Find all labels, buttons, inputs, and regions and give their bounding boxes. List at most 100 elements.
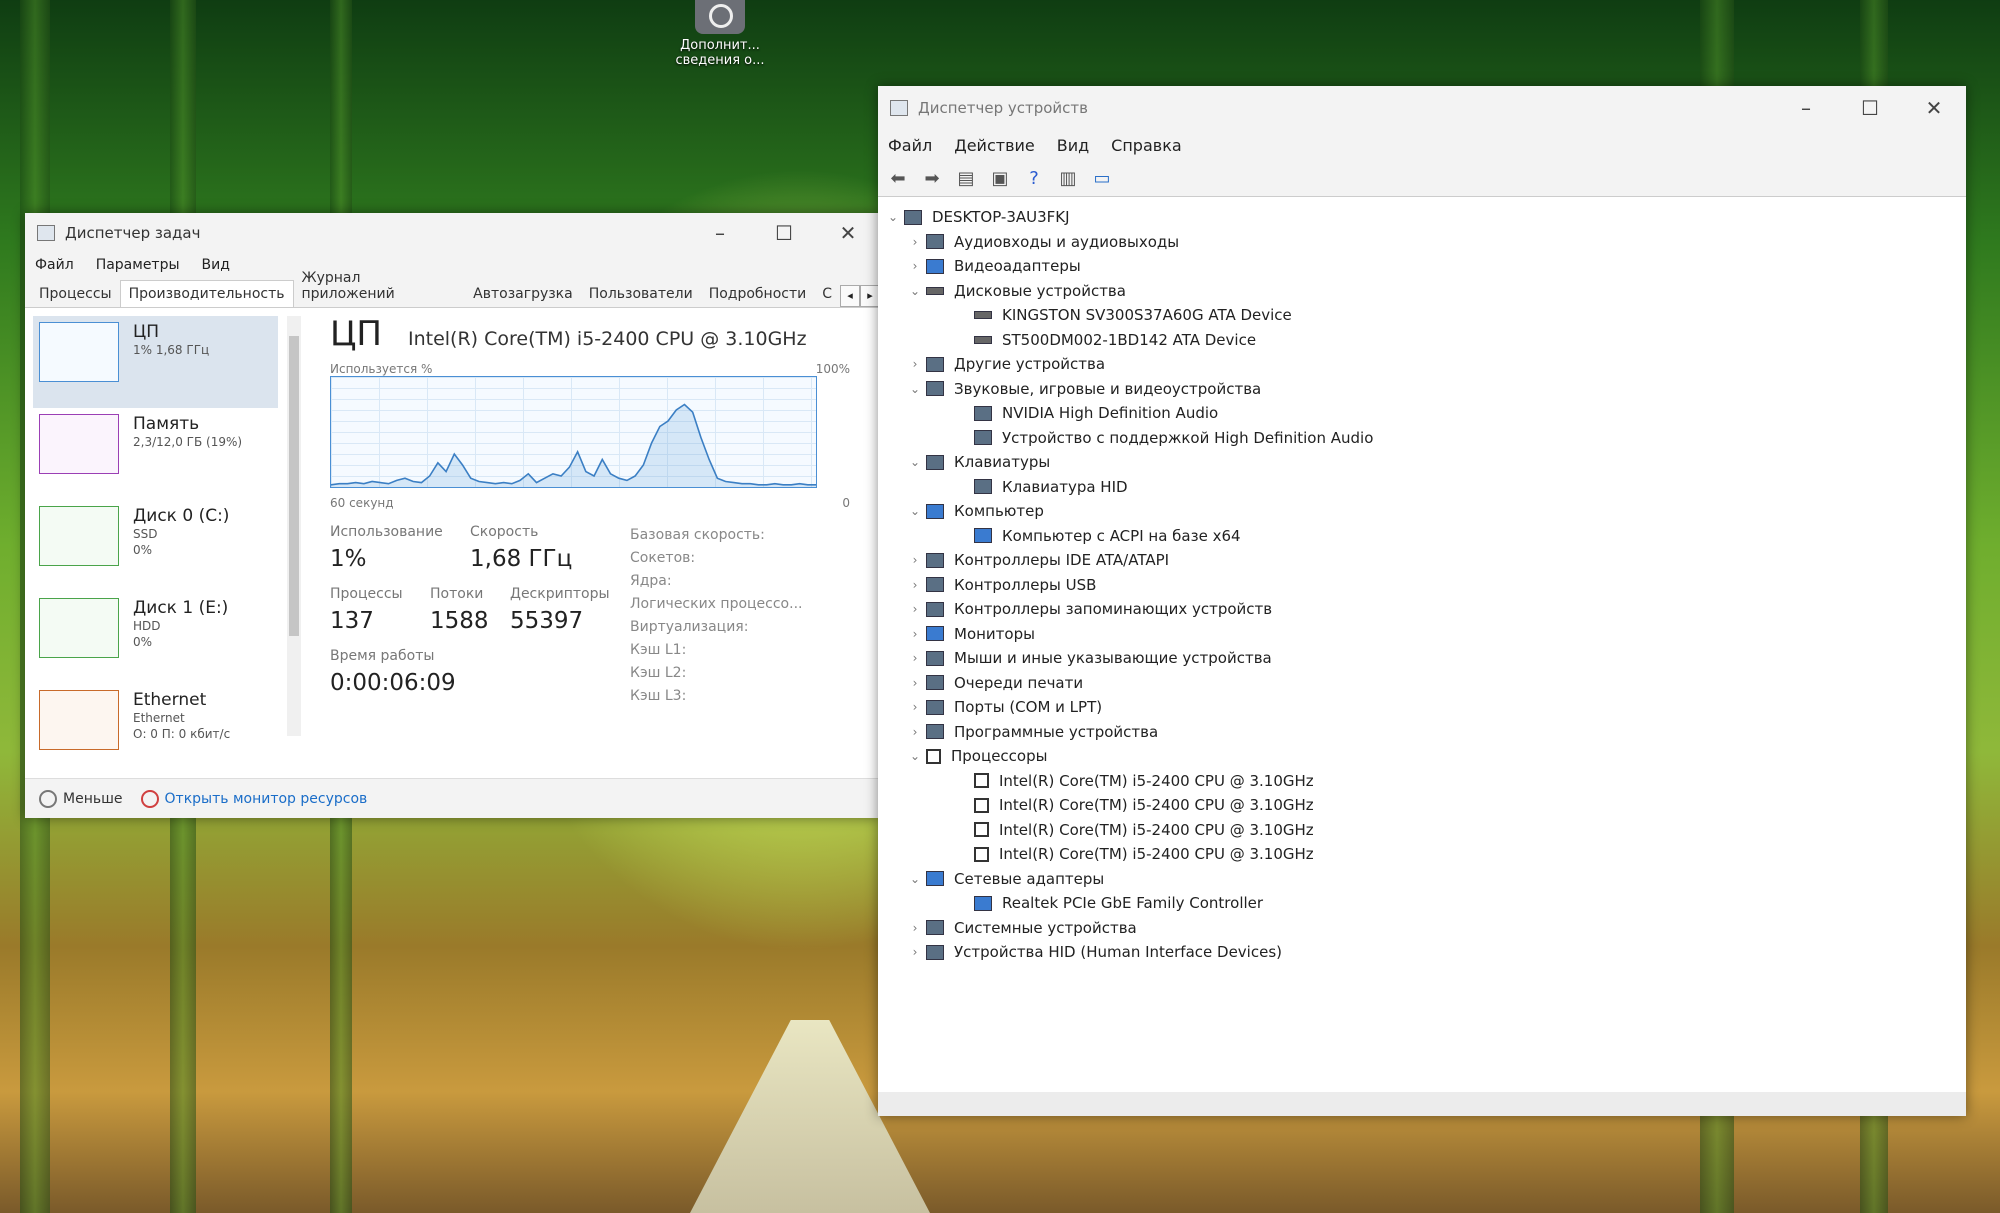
collapsed-chevron-icon[interactable]: ›: [904, 725, 926, 739]
maximize-button[interactable]: ☐: [1838, 96, 1902, 120]
menu-view[interactable]: Вид: [202, 257, 230, 273]
tree-node[interactable]: › Контроллеры IDE ATA/ATAPI: [878, 548, 1966, 573]
monitor-icon: [926, 503, 944, 519]
back-icon[interactable]: ⬅: [884, 166, 912, 190]
expanded-chevron-icon[interactable]: ⌄: [904, 749, 926, 763]
cpu-detail-label: Кэш L1:: [630, 642, 687, 658]
sidebar-item[interactable]: ЦП 1% 1,68 ГГц: [33, 316, 278, 408]
collapsed-chevron-icon[interactable]: ›: [904, 602, 926, 616]
tree-node[interactable]: Клавиатура HID: [878, 475, 1966, 500]
collapsed-chevron-icon[interactable]: ›: [904, 553, 926, 567]
fewer-details-button[interactable]: Меньше: [63, 791, 123, 807]
collapsed-chevron-icon[interactable]: ›: [904, 578, 926, 592]
tree-node[interactable]: ⌄ Процессоры: [878, 744, 1966, 769]
help-icon[interactable]: ?: [1020, 166, 1048, 190]
tree-node-label: Системные устройства: [954, 918, 1137, 937]
tree-node[interactable]: ⌄ Компьютер: [878, 499, 1966, 524]
open-resource-monitor-link[interactable]: Открыть монитор ресурсов: [165, 791, 368, 807]
uptime-label: Время работы: [330, 648, 435, 664]
collapsed-chevron-icon[interactable]: ›: [904, 235, 926, 249]
monitor-icon[interactable]: ▭: [1088, 166, 1116, 190]
expanded-chevron-icon[interactable]: ⌄: [904, 872, 926, 886]
menu-action[interactable]: Действие: [954, 136, 1035, 155]
tree-node[interactable]: Устройство с поддержкой High Definition …: [878, 426, 1966, 451]
collapsed-chevron-icon[interactable]: ›: [904, 921, 926, 935]
expanded-chevron-icon[interactable]: ⌄: [882, 210, 904, 224]
tree-node[interactable]: › Системные устройства: [878, 916, 1966, 941]
tab-scroll-right-icon[interactable]: ▸: [860, 285, 880, 307]
menu-file[interactable]: Файл: [35, 257, 74, 273]
collapsed-chevron-icon[interactable]: ›: [904, 627, 926, 641]
tree-node[interactable]: ⌄ Звуковые, игровые и видеоустройства: [878, 377, 1966, 402]
sidebar-item[interactable]: Диск 1 (E:) HDD 0%: [33, 592, 278, 684]
expanded-chevron-icon[interactable]: ⌄: [904, 504, 926, 518]
tab-scroll-left-icon[interactable]: ◂: [840, 285, 860, 307]
tab-performance[interactable]: Производительность: [119, 280, 294, 307]
tree-node[interactable]: › Контроллеры запоминающих устройств: [878, 597, 1966, 622]
tree-node[interactable]: › Видеоадаптеры: [878, 254, 1966, 279]
tree-node[interactable]: ⌄ Дисковые устройства: [878, 279, 1966, 304]
tree-node[interactable]: ⌄ DESKTOP-3AU3FKJ: [878, 205, 1966, 230]
maximize-button[interactable]: ☐: [752, 221, 816, 245]
tree-node[interactable]: ST500DM002-1BD142 ATA Device: [878, 328, 1966, 353]
horizontal-scrollbar[interactable]: [878, 1092, 1966, 1116]
tree-node[interactable]: Компьютер с ACPI на базе x64: [878, 524, 1966, 549]
collapsed-chevron-icon[interactable]: ›: [904, 676, 926, 690]
minimize-button[interactable]: –: [1774, 96, 1838, 120]
collapsed-chevron-icon[interactable]: ›: [904, 945, 926, 959]
tree-node[interactable]: Intel(R) Core(TM) i5-2400 CPU @ 3.10GHz: [878, 769, 1966, 794]
tree-node[interactable]: KINGSTON SV300S37A60G ATA Device: [878, 303, 1966, 328]
tree-node[interactable]: › Контроллеры USB: [878, 573, 1966, 598]
sidebar-item[interactable]: Ethernet Ethernet О: 0 П: 0 кбит/с: [33, 684, 278, 776]
forward-icon[interactable]: ➡: [918, 166, 946, 190]
expanded-chevron-icon[interactable]: ⌄: [904, 382, 926, 396]
tree-node[interactable]: Realtek PCIe GbE Family Controller: [878, 891, 1966, 916]
tab-users[interactable]: Пользователи: [581, 281, 701, 307]
sidebar-item[interactable]: Память 2,3/12,0 ГБ (19%): [33, 408, 278, 500]
tab-services[interactable]: С: [814, 281, 840, 307]
collapsed-chevron-icon[interactable]: ›: [904, 700, 926, 714]
handles-value: 55397: [510, 608, 584, 634]
minimize-button[interactable]: –: [688, 221, 752, 245]
sidebar-scrollbar[interactable]: [287, 316, 301, 736]
tab-startup[interactable]: Автозагрузка: [465, 281, 581, 307]
tree-node[interactable]: › Аудиовходы и аудиовыходы: [878, 230, 1966, 255]
collapsed-chevron-icon[interactable]: ›: [904, 651, 926, 665]
tab-details[interactable]: Подробности: [701, 281, 815, 307]
tree-node[interactable]: › Мониторы: [878, 622, 1966, 647]
tree-node[interactable]: › Устройства HID (Human Interface Devices…: [878, 940, 1966, 965]
collapsed-chevron-icon[interactable]: ›: [904, 259, 926, 273]
tree-node[interactable]: Intel(R) Core(TM) i5-2400 CPU @ 3.10GHz: [878, 818, 1966, 843]
tree-node[interactable]: › Мыши и иные указывающие устройства: [878, 646, 1966, 671]
desktop-shortcut[interactable]: Дополнит... сведения о...: [670, 0, 770, 90]
tree-node[interactable]: › Очереди печати: [878, 671, 1966, 696]
tree-node[interactable]: › Другие устройства: [878, 352, 1966, 377]
expanded-chevron-icon[interactable]: ⌄: [904, 455, 926, 469]
expanded-chevron-icon[interactable]: ⌄: [904, 284, 926, 298]
tree-node[interactable]: ⌄ Клавиатуры: [878, 450, 1966, 475]
tree-node[interactable]: Intel(R) Core(TM) i5-2400 CPU @ 3.10GHz: [878, 793, 1966, 818]
close-button[interactable]: ✕: [816, 221, 880, 245]
task-manager-window: Диспетчер задач – ☐ ✕ Файл Параметры Вид…: [25, 213, 880, 818]
tab-app-history[interactable]: Журнал приложений: [294, 265, 466, 307]
tree-node[interactable]: NVIDIA High Definition Audio: [878, 401, 1966, 426]
properties-icon[interactable]: ▤: [952, 166, 980, 190]
title-bar[interactable]: Диспетчер устройств – ☐ ✕: [878, 86, 1966, 130]
tree-node[interactable]: › Порты (COM и LPT): [878, 695, 1966, 720]
tab-processes[interactable]: Процессы: [31, 281, 120, 307]
sidebar-item[interactable]: Диск 0 (C:) SSD 0%: [33, 500, 278, 592]
menu-options[interactable]: Параметры: [96, 257, 180, 273]
menu-bar: Файл Действие Вид Справка: [878, 130, 1966, 160]
menu-help[interactable]: Справка: [1111, 136, 1182, 155]
tree-node[interactable]: Intel(R) Core(TM) i5-2400 CPU @ 3.10GHz: [878, 842, 1966, 867]
menu-view[interactable]: Вид: [1057, 136, 1089, 155]
tree-node[interactable]: › Программные устройства: [878, 720, 1966, 745]
device-manager-window: Диспетчер устройств – ☐ ✕ Файл Действие …: [878, 86, 1966, 1116]
view-icon[interactable]: ▥: [1054, 166, 1082, 190]
refresh-icon[interactable]: ▣: [986, 166, 1014, 190]
menu-file[interactable]: Файл: [888, 136, 932, 155]
close-button[interactable]: ✕: [1902, 96, 1966, 120]
title-bar[interactable]: Диспетчер задач – ☐ ✕: [25, 213, 880, 253]
collapsed-chevron-icon[interactable]: ›: [904, 357, 926, 371]
tree-node[interactable]: ⌄ Сетевые адаптеры: [878, 867, 1966, 892]
